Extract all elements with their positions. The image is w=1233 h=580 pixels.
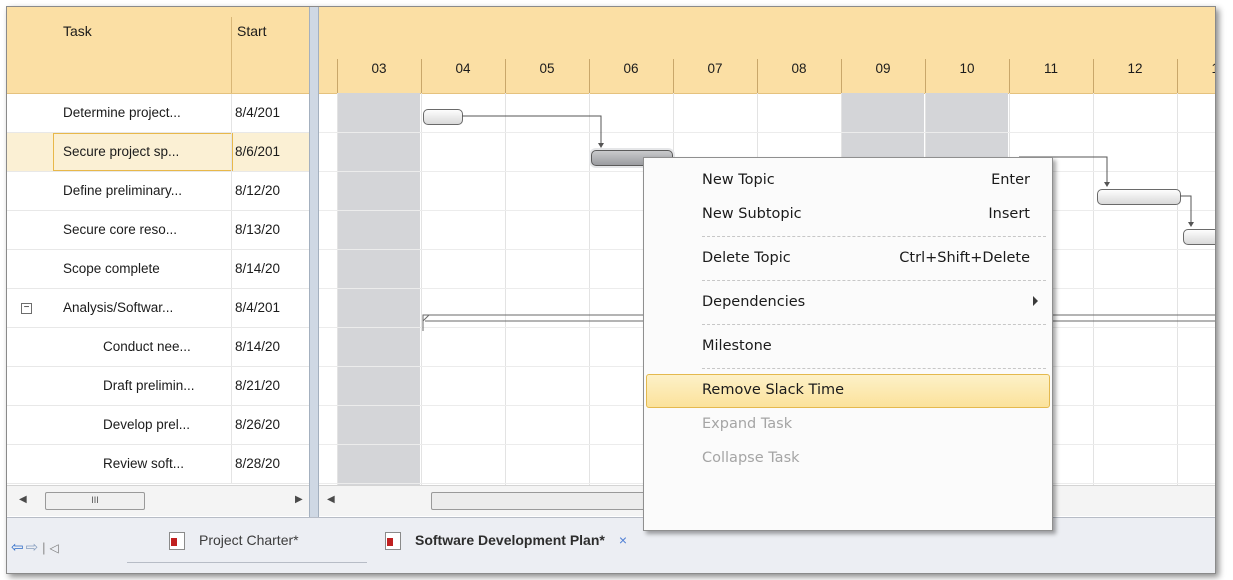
back-arrow-icon[interactable]: ⇦ <box>11 539 24 556</box>
menu-item-shortcut: Ctrl+Shift+Delete <box>899 250 1030 266</box>
menu-item-dependencies[interactable]: Dependencies <box>644 286 1052 320</box>
cell-divider <box>231 211 232 249</box>
task-name: Draft prelimin... <box>103 378 195 393</box>
tab-software-development-plan[interactable]: Software Development Plan* × <box>385 532 627 562</box>
menu-item-delete-topic[interactable]: Delete Topic Ctrl+Shift+Delete <box>644 242 1052 276</box>
tab-label: Software Development Plan* <box>415 532 605 548</box>
menu-item-label: New Topic <box>702 172 775 188</box>
menu-item-shortcut: Enter <box>991 172 1030 188</box>
task-grid: Task Start Determine project... 8/4/201 Se… <box>7 7 309 517</box>
menu-item-collapse-task: Collapse Task <box>644 442 1052 476</box>
table-row[interactable]: − Analysis/Softwar... 8/4/201 <box>7 289 309 328</box>
menu-item-shortcut: Insert <box>988 206 1030 222</box>
scroll-left-arrow-icon[interactable]: ◀ <box>19 494 27 505</box>
task-start-date: 8/26/20 <box>235 417 281 432</box>
menu-item-milestone[interactable]: Milestone <box>644 330 1052 364</box>
close-icon[interactable]: × <box>619 532 627 548</box>
menu-item-label: Collapse Task <box>702 450 800 466</box>
menu-item-label: Dependencies <box>702 294 806 310</box>
gantt-scroll-thumb[interactable] <box>431 492 653 510</box>
menu-item-remove-slack-time[interactable]: Remove Slack Time <box>644 374 1052 408</box>
cell-divider <box>231 406 232 444</box>
menu-item-new-subtopic[interactable]: New Subtopic Insert <box>644 198 1052 232</box>
task-name: Secure project sp... <box>63 144 180 159</box>
task-name: Review soft... <box>103 456 185 471</box>
table-row[interactable]: Secure project sp... 8/6/201 <box>7 133 309 172</box>
task-start-date: 8/28/20 <box>235 456 281 471</box>
table-row[interactable]: Develop prel... 8/26/20 <box>7 406 309 445</box>
cell-divider <box>231 445 232 483</box>
column-divider[interactable] <box>231 17 232 93</box>
column-header-start[interactable]: Start <box>237 23 267 39</box>
menu-item-expand-task: Expand Task <box>644 408 1052 442</box>
context-menu: New Topic Enter New Subtopic Insert Delete T… <box>643 157 1053 531</box>
task-name: Define preliminary... <box>63 183 183 198</box>
tab-project-charter[interactable]: Project Charter* <box>169 532 299 562</box>
menu-item-label: Delete Topic <box>702 250 791 266</box>
task-name: Conduct nee... <box>103 339 191 354</box>
collapse-icon[interactable]: − <box>21 303 32 314</box>
submenu-arrow-icon <box>1033 296 1038 306</box>
task-grid-header: Task Start <box>7 7 309 94</box>
task-start-date: 8/21/20 <box>235 378 281 393</box>
menu-item-label: Remove Slack Time <box>702 382 845 398</box>
task-start-date: 8/13/20 <box>235 222 281 237</box>
tab-label: Project Charter* <box>199 532 299 548</box>
table-row[interactable]: Secure core reso... 8/13/20 <box>7 211 309 250</box>
cell-divider <box>231 328 232 366</box>
task-start-date: 8/14/20 <box>235 261 281 276</box>
nav-separator: | <box>42 540 46 555</box>
table-row[interactable]: Define preliminary... 8/12/20 <box>7 172 309 211</box>
task-name: Secure core reso... <box>63 222 178 237</box>
cell-divider <box>231 133 232 171</box>
gantt-scroll-left-icon[interactable]: ◀ <box>327 494 335 505</box>
menu-separator <box>702 236 1046 237</box>
task-name: Determine project... <box>63 105 181 120</box>
table-row[interactable]: Review soft... 8/28/20 <box>7 445 309 484</box>
table-row[interactable]: Scope complete 8/14/20 <box>7 250 309 289</box>
menu-item-new-topic[interactable]: New Topic Enter <box>644 164 1052 198</box>
task-name: Analysis/Softwar... <box>63 300 174 315</box>
cell-divider <box>231 367 232 405</box>
forward-arrow-icon[interactable]: ⇨ <box>26 539 39 556</box>
task-start-date: 8/4/201 <box>235 105 281 120</box>
menu-item-label: Milestone <box>702 338 772 354</box>
cell-divider <box>231 250 232 288</box>
menu-item-label: Expand Task <box>702 416 793 432</box>
panel-splitter[interactable] <box>309 7 319 517</box>
task-start-date: 8/12/20 <box>235 183 281 198</box>
document-icon <box>169 532 185 551</box>
table-row[interactable]: Determine project... 8/4/201 <box>7 94 309 133</box>
cell-divider <box>231 172 232 210</box>
app-window: Task Start Determine project... 8/4/201 Se… <box>6 6 1216 574</box>
table-row[interactable]: Conduct nee... 8/14/20 <box>7 328 309 367</box>
cell-divider <box>231 289 232 327</box>
task-start-date: 8/6/201 <box>235 144 281 159</box>
scroll-right-arrow-icon[interactable]: ▶ <box>295 494 303 505</box>
task-start-date: 8/14/20 <box>235 339 281 354</box>
task-name: Scope complete <box>63 261 160 276</box>
menu-separator <box>702 324 1046 325</box>
first-tab-icon[interactable]: ◁ <box>50 541 59 555</box>
menu-separator <box>702 280 1046 281</box>
task-name: Develop prel... <box>103 417 191 432</box>
menu-item-label: New Subtopic <box>702 206 802 222</box>
task-start-date: 8/4/201 <box>235 300 281 315</box>
document-icon <box>385 532 401 551</box>
task-grid-scrollbar[interactable]: ◀ III ▶ <box>7 485 309 516</box>
column-header-task[interactable]: Task <box>63 23 92 39</box>
tab-navigation: ⇦ ⇨ | ◁ <box>11 538 59 556</box>
scroll-thumb[interactable]: III <box>45 492 145 510</box>
table-row[interactable]: Draft prelimin... 8/21/20 <box>7 367 309 406</box>
menu-separator <box>702 368 1046 369</box>
cell-divider <box>231 94 232 132</box>
